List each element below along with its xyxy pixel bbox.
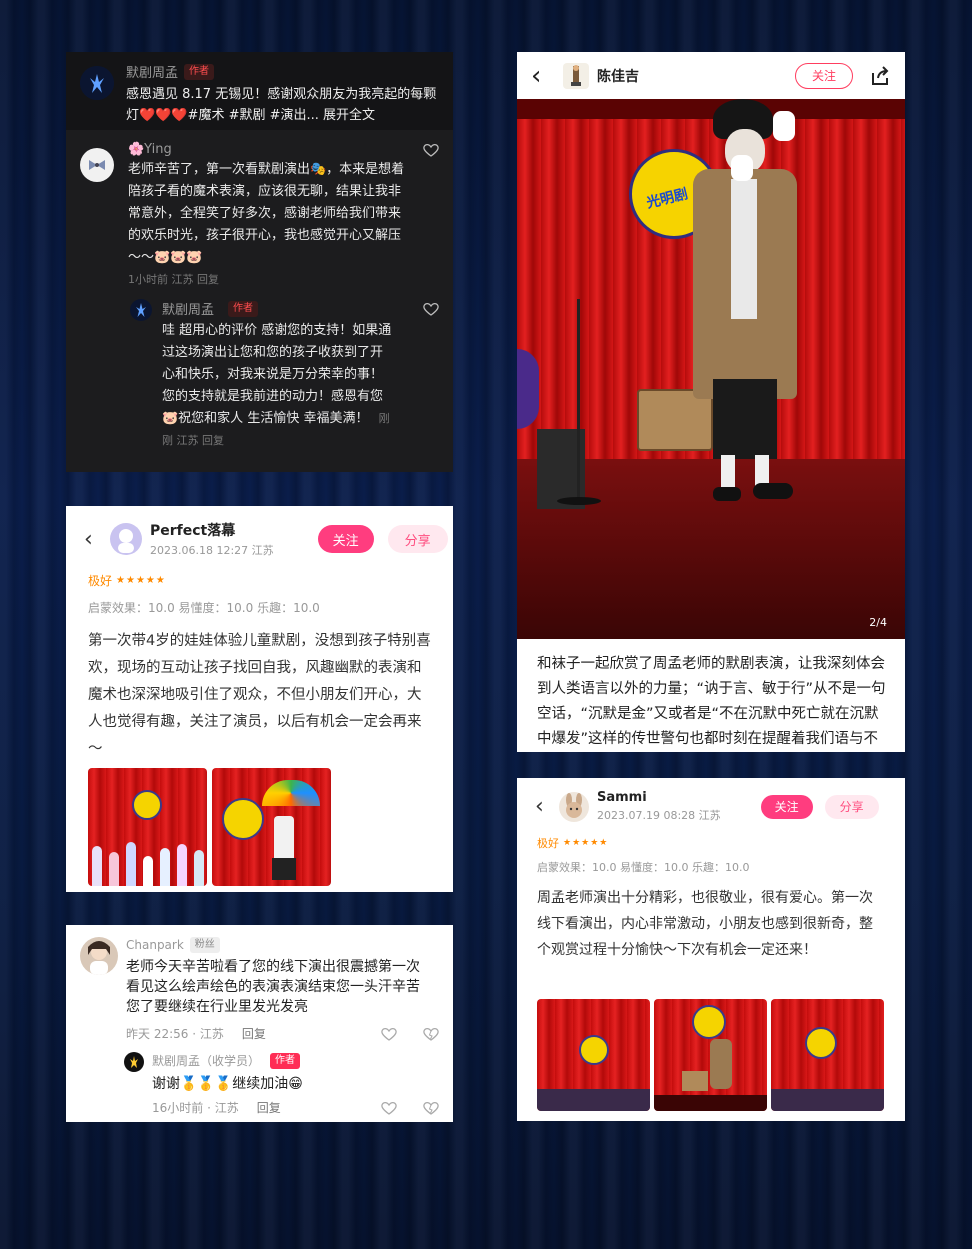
share-icon[interactable] [869, 65, 891, 87]
review-text: 第一次带4岁的娃娃体验儿童默剧，没想到孩子特别喜欢，现场的互动让孩子找回自我，风… [88, 633, 431, 757]
rating-scores: 启蒙效果：10.0 易懂度：10.0 乐趣：10.0 [537, 861, 750, 874]
review-text: 周孟老师演出十分精彩，也很敬业，很有爱心。第一次线下看演出，内心非常激动，小朋友… [537, 890, 873, 958]
reply-item: 默剧周孟 作者 哇 超用心的评价 感谢您的支持！如果通过这场演出让您和您的孩子收… [66, 299, 453, 452]
review-card-sammi: ‹ Sammi 2023.07.19 08:28 江苏 关注 分享 极好 ★★★… [517, 778, 905, 1121]
like-heart-icon[interactable] [423, 143, 439, 157]
share-button[interactable]: 分享 [387, 525, 448, 553]
comment-item: Chanpark 粉丝 老师今天辛苦啦看了您的线下演出很震撼第一次看见这么绘声绘… [66, 925, 453, 1042]
reply-author-name[interactable]: 默剧周孟 [162, 299, 214, 318]
post-date: 2023.07.19 08:28 江苏 [597, 809, 721, 822]
post-text[interactable]: 感恩遇见 8.17 无锡见！感谢观众朋友为我亮起的每颗灯❤️❤️❤️#魔术 #默… [126, 84, 439, 126]
review-card-perfect: ‹ Perfect落幕 2023.06.18 12:27 江苏 关注 分享 极好… [66, 506, 453, 892]
post-header: 默剧周孟 作者 感恩遇见 8.17 无锡见！感谢观众朋友为我亮起的每颗灯❤️❤️… [66, 52, 453, 130]
review-photo-stage-2[interactable] [654, 999, 767, 1111]
rating-stars: ★★★★★ [563, 838, 609, 848]
follow-button[interactable]: 关注 [760, 794, 813, 819]
photo-post-card: ‹ 陈佳吉 关注 光明剧 2/4 和袜子一起欣赏了周孟老师的默剧表演，让我深刻体… [517, 52, 905, 752]
reply-author-tag: 作者 [228, 300, 259, 317]
post-caption: 和袜子一起欣赏了周孟老师的默剧表演，让我深刻体会到人类语言以外的力量；“讷于言、… [537, 656, 886, 747]
post-photo[interactable]: 光明剧 2/4 [517, 99, 905, 639]
user-name[interactable]: Perfect落幕 [150, 520, 274, 540]
comment-text: 老师今天辛苦啦看了您的线下演出很震撼第一次看见这么绘声绘色的表演表演结束您一头汗… [126, 959, 420, 1015]
review-photo-umbrella[interactable] [212, 768, 331, 886]
review-photo-stage-3[interactable] [771, 999, 884, 1111]
reply-author-avatar[interactable] [124, 1052, 144, 1072]
post-header: ‹ 陈佳吉 关注 [517, 52, 905, 100]
commenter-name[interactable]: 🌸Ying [128, 142, 172, 157]
review-photo-children[interactable] [88, 768, 207, 886]
commenter-name[interactable]: Chanpark [126, 938, 184, 952]
comment-text: 老师辛苦了，第一次看默剧演出🎭，本来是想着陪孩子看的魔术表演，应该很无聊，结果让… [128, 162, 405, 265]
review-photo-stage-1[interactable] [537, 999, 650, 1111]
author-avatar[interactable] [80, 66, 114, 100]
reply-text: 哇 超用心的评价 感谢您的支持！如果通过这场演出让您和您的孩子收获到了开心和快乐… [162, 323, 392, 426]
comment-time: 昨天 22:56 · 江苏 [126, 1027, 224, 1041]
user-avatar[interactable] [110, 523, 142, 555]
back-chevron-icon[interactable]: ‹ [531, 63, 553, 89]
reply-author-avatar[interactable] [130, 299, 152, 321]
follow-button[interactable]: 关注 [795, 62, 853, 89]
like-heart-icon[interactable] [381, 1027, 397, 1041]
fan-tag: 粉丝 [189, 937, 220, 953]
author-tag: 作者 [184, 63, 215, 80]
post-date: 2023.06.18 12:27 江苏 [150, 544, 274, 557]
like-heart-icon[interactable] [381, 1101, 397, 1115]
rating-label: 极好 [537, 837, 559, 850]
rating-scores: 启蒙效果：10.0 易懂度：10.0 乐趣：10.0 [88, 601, 320, 615]
like-heart-icon[interactable] [423, 302, 439, 316]
comment-card-chanpark: Chanpark 粉丝 老师今天辛苦啦看了您的线下演出很震撼第一次看见这么绘声绘… [66, 925, 453, 1122]
dislike-heart-icon[interactable] [423, 1027, 439, 1041]
user-avatar[interactable] [559, 791, 589, 822]
reply-link[interactable]: 回复 [257, 1099, 281, 1116]
theater-logo-text: 光明剧 [644, 186, 690, 212]
comment-meta[interactable]: 1小时前 江苏 回复 [128, 271, 439, 287]
user-avatar[interactable] [563, 62, 589, 89]
page-indicator: 2/4 [869, 616, 887, 629]
comment-card-douyin: 默剧周孟 作者 感恩遇见 8.17 无锡见！感谢观众朋友为我亮起的每颗灯❤️❤️… [66, 52, 453, 472]
reply-body: 哇 超用心的评价 感谢您的支持！如果通过这场演出让您和您的孩子收获到了开心和快乐… [162, 320, 439, 452]
bow-icon [89, 160, 105, 170]
author-name[interactable]: 默剧周孟 [126, 62, 178, 81]
commenter-avatar[interactable] [80, 148, 114, 182]
user-name[interactable]: 陈佳吉 [597, 66, 639, 86]
reply-link[interactable]: 回复 [242, 1025, 266, 1042]
follow-button[interactable]: 关注 [317, 525, 374, 553]
rating-label: 极好 [88, 574, 113, 588]
reply-item: 默剧周孟（收学员） 作者 谢谢🥇🥇🥇继续加油😁 16小时前 · 江苏 回复 [66, 1042, 453, 1116]
review-header: ‹ Sammi 2023.07.19 08:28 江苏 关注 分享 [517, 778, 905, 823]
comment-item: 🌸Ying 老师辛苦了，第一次看默剧演出🎭，本来是想着陪孩子看的魔术表演，应该很… [66, 142, 453, 287]
review-header: ‹ Perfect落幕 2023.06.18 12:27 江苏 关注 分享 [66, 506, 453, 558]
rating-stars: ★★★★★ [116, 575, 166, 586]
reply-author-tag: 作者 [270, 1052, 301, 1069]
reply-time: 16小时前 · 江苏 [152, 1101, 239, 1115]
reply-author-name[interactable]: 默剧周孟（收学员） [152, 1052, 260, 1069]
dislike-heart-icon[interactable] [423, 1101, 439, 1115]
user-name[interactable]: Sammi [597, 790, 721, 805]
back-chevron-icon[interactable]: ‹ [84, 527, 104, 552]
commenter-avatar[interactable] [80, 937, 118, 975]
back-chevron-icon[interactable]: ‹ [535, 794, 551, 819]
reply-text: 谢谢🥇🥇🥇继续加油😁 [152, 1076, 303, 1092]
share-button[interactable]: 分享 [824, 794, 879, 819]
